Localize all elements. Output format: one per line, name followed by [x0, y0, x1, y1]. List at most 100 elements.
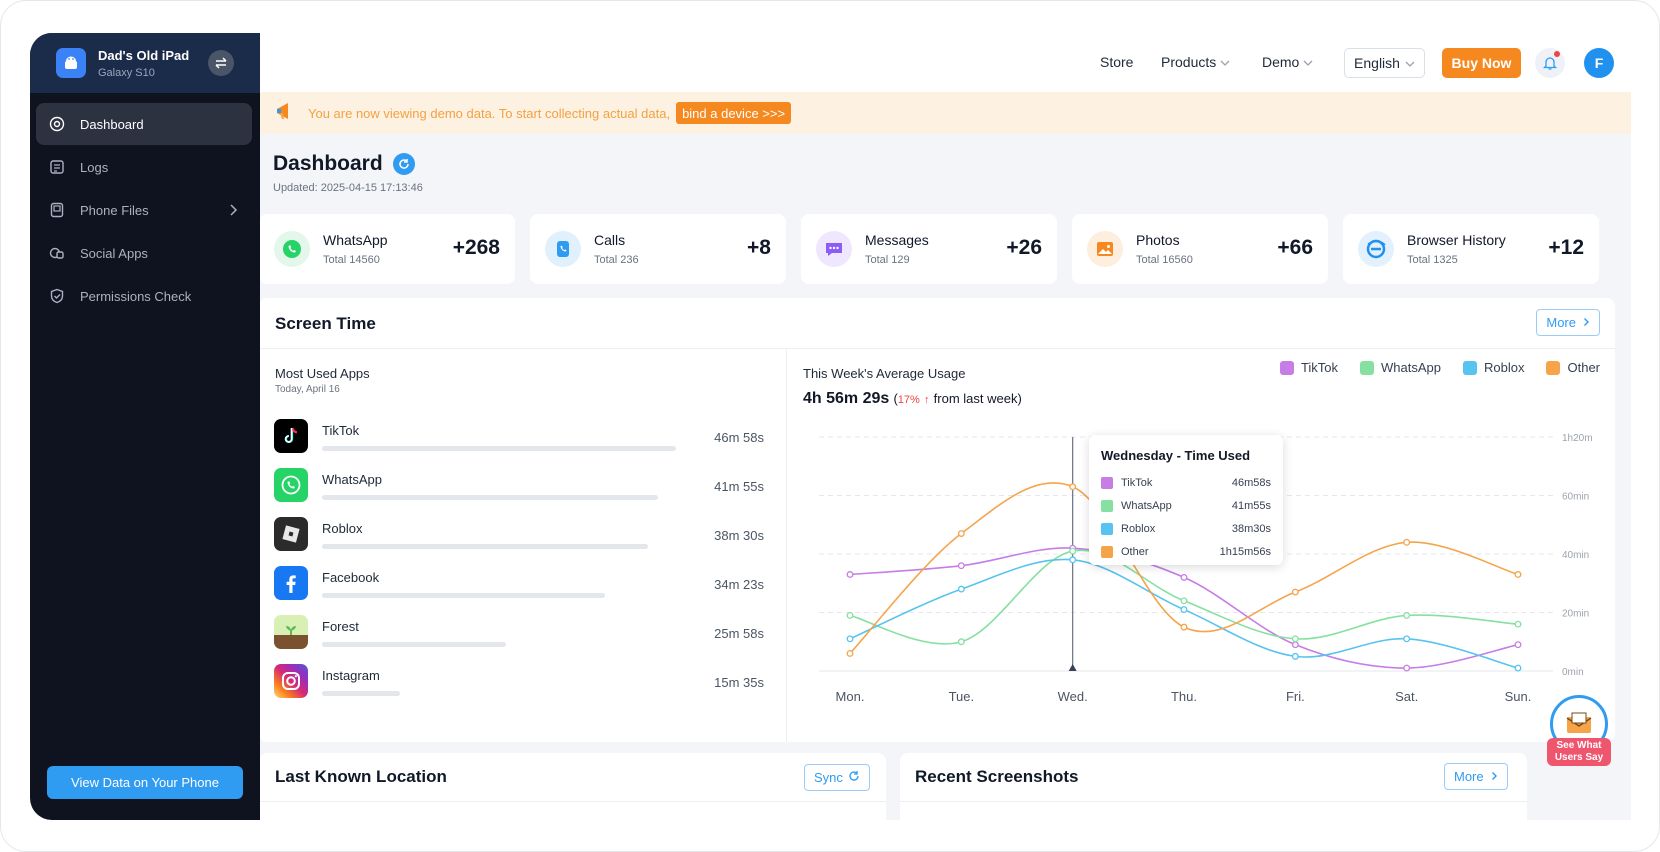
screenshots-more-button[interactable]: More	[1444, 763, 1508, 790]
tooltip-label: WhatsApp	[1121, 499, 1172, 512]
tooltip-value: 38m30s	[1231, 522, 1271, 535]
megaphone-icon	[274, 100, 296, 127]
screenshots-title: Recent Screenshots	[915, 767, 1079, 786]
chart-legend: TikTok WhatsApp Roblox Other	[1258, 360, 1600, 375]
stat-total: Total 16560	[1136, 254, 1193, 266]
chart-tooltip: Wednesday - Time Used TikTok 46m58s Whats…	[1089, 435, 1283, 565]
nav-store-label: Store	[1100, 54, 1134, 70]
stat-card-photos[interactable]: Photos Total 16560 +66	[1072, 214, 1328, 284]
page-title-text: Dashboard	[273, 152, 383, 175]
photo-icon	[1087, 231, 1123, 267]
device-switcher[interactable]: Dad's Old iPad Galaxy S10	[30, 33, 260, 93]
sidebar-item-label: Dashboard	[80, 116, 144, 132]
list-item[interactable]: Forest 25m 58s	[274, 615, 764, 653]
app-time: 15m 35s	[714, 675, 764, 690]
divider	[900, 801, 1527, 802]
divider	[786, 348, 787, 742]
social-apps-icon	[48, 244, 66, 262]
stat-delta: +8	[747, 236, 771, 259]
stat-name: Calls	[594, 232, 626, 248]
sidebar-item-logs[interactable]: Logs	[36, 146, 252, 188]
roblox-icon	[274, 517, 308, 551]
sidebar-item-phone-files[interactable]: Phone Files	[36, 189, 252, 231]
view-data-on-phone-button[interactable]: View Data on Your Phone	[47, 766, 243, 799]
app-usage-bar	[322, 495, 658, 500]
list-item[interactable]: Instagram 15m 35s	[274, 664, 764, 702]
recent-screenshots-card: Recent Screenshots	[900, 753, 1527, 820]
stat-card-browser-history[interactable]: Browser History Total 1325 +12	[1343, 214, 1599, 284]
legend-item[interactable]: Roblox	[1463, 360, 1524, 375]
app-usage-bar	[322, 593, 605, 598]
browser-icon	[1358, 231, 1394, 267]
tooltip-swatch	[1101, 499, 1113, 512]
tooltip-label: Roblox	[1121, 522, 1156, 535]
main-content: You are now viewing demo data. To start …	[260, 92, 1631, 820]
stat-delta: +66	[1277, 236, 1313, 259]
stat-card-whatsapp[interactable]: WhatsApp Total 14560 +268	[260, 214, 515, 284]
location-title: Last Known Location	[275, 767, 447, 786]
list-item[interactable]: TikTok 46m 58s	[274, 419, 764, 457]
legend-swatch	[1360, 360, 1375, 375]
sync-icon	[848, 770, 860, 785]
whatsapp-icon	[274, 468, 308, 502]
sidebar-item-dashboard[interactable]: Dashboard	[36, 103, 252, 145]
app-usage-bar	[322, 446, 676, 451]
legend-item[interactable]: TikTok	[1279, 360, 1338, 375]
bind-device-button[interactable]: bind a device >>>	[676, 102, 792, 124]
chevron-down-icon	[1405, 55, 1415, 71]
list-item[interactable]: Roblox 38m 30s	[274, 517, 764, 555]
stat-name: Messages	[865, 232, 929, 248]
legend-item[interactable]: WhatsApp	[1360, 360, 1441, 375]
chevron-right-icon	[1583, 315, 1590, 330]
demo-banner: You are now viewing demo data. To start …	[260, 92, 1631, 134]
app-window: Dad's Old iPad Galaxy S10 Dashboard Logs…	[0, 0, 1660, 852]
chevron-down-icon	[1220, 54, 1230, 70]
tooltip-title: Wednesday - Time Used	[1101, 448, 1251, 463]
refresh-icon[interactable]	[392, 153, 415, 175]
stat-total: Total 1325	[1407, 254, 1458, 266]
stat-card-messages[interactable]: Messages Total 129 +26	[801, 214, 1057, 284]
instagram-icon	[274, 664, 308, 698]
swap-device-icon[interactable]	[208, 50, 234, 76]
list-item[interactable]: WhatsApp 41m 55s	[274, 468, 764, 506]
tooltip-swatch	[1101, 545, 1113, 558]
nav-products[interactable]: Products	[1161, 47, 1230, 77]
legend-swatch	[1463, 360, 1478, 375]
badge-label: See What Users Say	[1547, 738, 1611, 766]
app-name: Instagram	[322, 668, 380, 683]
legend-item[interactable]: Other	[1546, 360, 1600, 375]
sidebar-item-label: Phone Files	[80, 202, 149, 218]
weekly-usage-title: This Week's Average Usage	[803, 366, 966, 381]
nav-store[interactable]: Store	[1100, 47, 1133, 77]
tooltip-label: TikTok	[1121, 476, 1153, 489]
nav-demo[interactable]: Demo	[1262, 47, 1313, 77]
tooltip-label: Other	[1121, 545, 1149, 558]
stat-card-calls[interactable]: Calls Total 236 +8	[530, 214, 786, 284]
notification-bell-icon[interactable]	[1535, 48, 1565, 78]
facebook-icon	[274, 566, 308, 600]
app-usage-bar	[322, 642, 506, 647]
sidebar-item-label: Logs	[80, 159, 109, 175]
app-usage-bar	[322, 544, 648, 549]
app-time: 46m 58s	[714, 430, 764, 445]
most-used-apps-title: Most Used Apps	[275, 366, 370, 381]
legend-label: WhatsApp	[1381, 360, 1442, 375]
weekly-usage-suffix: from last week)	[933, 391, 1022, 406]
sidebar-item-permissions-check[interactable]: Permissions Check	[36, 275, 252, 317]
see-what-users-say-badge[interactable]: See What Users Say	[1547, 695, 1611, 767]
last-known-location-card: Last Known Location Sync	[260, 753, 886, 820]
sync-label: Sync	[814, 770, 843, 785]
stat-total: Total 236	[594, 254, 639, 266]
tooltip-row: WhatsApp 41m55s	[1101, 494, 1271, 517]
list-item[interactable]: Facebook 34m 23s	[274, 566, 764, 604]
app-usage-bar	[322, 691, 400, 696]
stat-total: Total 14560	[323, 254, 380, 266]
buy-now-button[interactable]: Buy Now	[1442, 48, 1521, 78]
avatar[interactable]: F	[1584, 48, 1614, 78]
forest-icon	[274, 615, 308, 649]
sidebar-item-social-apps[interactable]: Social Apps	[36, 232, 252, 274]
screen-time-more-button[interactable]: More	[1536, 309, 1600, 336]
language-label: English	[1354, 55, 1400, 71]
sync-button[interactable]: Sync	[804, 764, 870, 791]
language-select[interactable]: English	[1344, 48, 1425, 78]
